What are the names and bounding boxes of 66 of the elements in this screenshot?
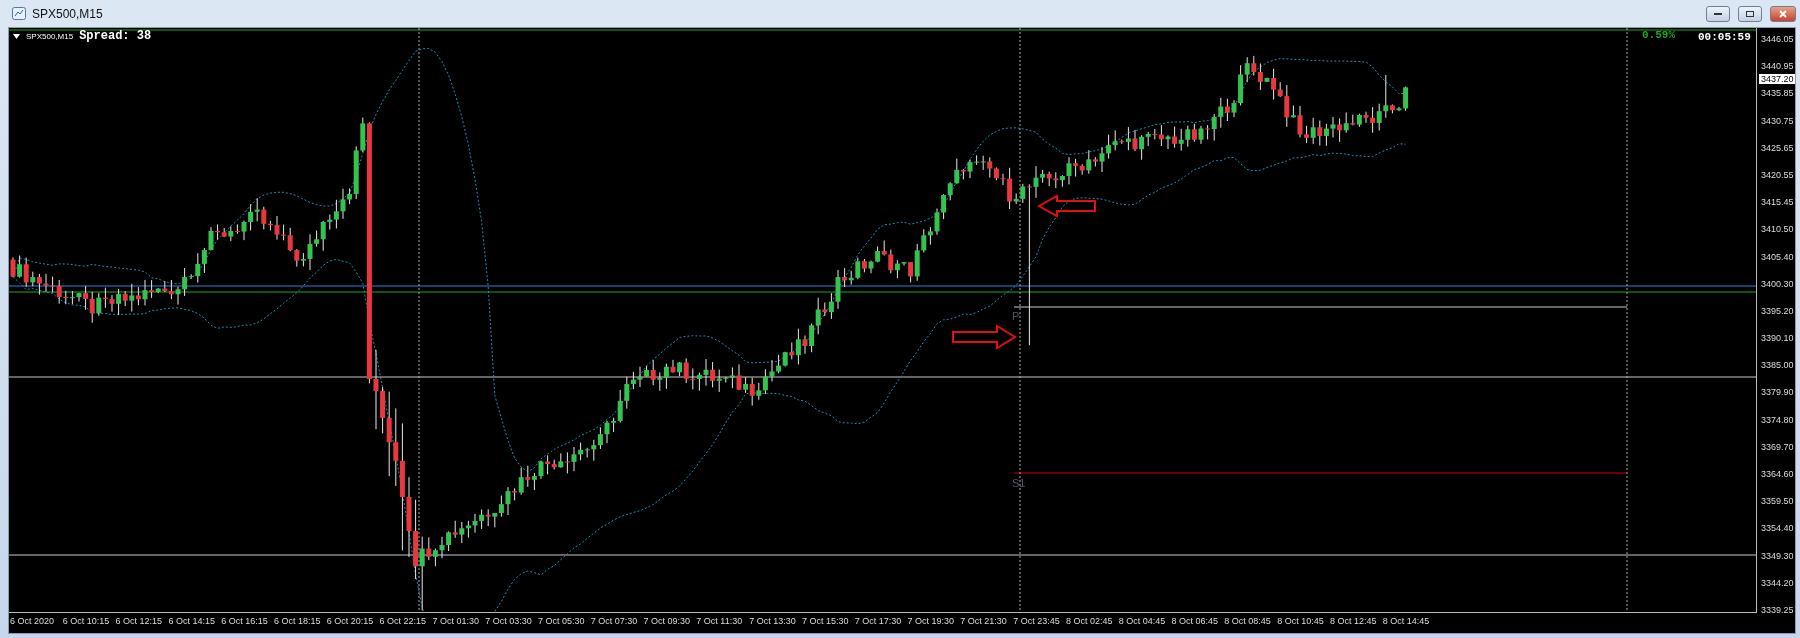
- chart-window-icon: [12, 7, 26, 20]
- price-axis-label: 3390.10: [1760, 333, 1795, 344]
- right-arrow: [952, 324, 1017, 350]
- time-axis-label: 8 Oct 02:45: [1065, 615, 1114, 626]
- price-axis-label: 3359.50: [1760, 496, 1795, 507]
- candle-countdown: 00:05:59: [1698, 31, 1751, 43]
- price-axis-label: 3415.45: [1760, 197, 1795, 208]
- time-axis-label: 7 Oct 01:30: [432, 615, 480, 626]
- time-axis-label: 7 Oct 13:30: [749, 615, 797, 626]
- price-axis-label: 3339.25: [1760, 604, 1795, 615]
- time-axis-label: 7 Oct 17:30: [854, 615, 903, 626]
- dropdown-triangle-icon: [13, 33, 20, 39]
- time-axis-label: 6 Oct 18:15: [274, 615, 322, 626]
- time-axis-label: 7 Oct 05:30: [537, 615, 586, 626]
- price-axis-label: 3435.85: [1760, 88, 1795, 99]
- time-axis-label: 8 Oct 06:45: [1171, 615, 1220, 626]
- close-button[interactable]: [1770, 5, 1796, 22]
- time-axis-label: 8 Oct 14:45: [1382, 615, 1431, 626]
- time-axis-label: 6 Oct 14:15: [168, 615, 216, 626]
- price-axis-label: 3395.20: [1760, 305, 1795, 316]
- pivot-label: P: [1012, 310, 1020, 322]
- time-axis-label: 7 Oct 23:45: [1013, 615, 1061, 626]
- time-axis-label: 7 Oct 21:30: [960, 615, 1008, 626]
- price-axis-label: 3400.30: [1760, 278, 1795, 289]
- time-axis-label: 7 Oct 19:30: [907, 615, 956, 626]
- time-axis-label: 6 Oct 22:15: [379, 615, 428, 626]
- time-axis-label: 7 Oct 09:30: [643, 615, 692, 626]
- left-arrow: [1036, 194, 1096, 218]
- price-axis-label: 3405.40: [1760, 251, 1795, 262]
- minimize-button[interactable]: [1706, 5, 1730, 22]
- time-axis-label: 8 Oct 08:45: [1224, 615, 1272, 626]
- window-title: SPX500,M15: [32, 6, 103, 21]
- price-axis-label: 3385.00: [1760, 360, 1795, 371]
- price-axis-label: 3430.75: [1760, 115, 1795, 126]
- close-icon: [1778, 9, 1788, 18]
- maximize-icon: [1745, 9, 1755, 18]
- time-axis-label: 6 Oct 10:15: [62, 615, 111, 626]
- time-axis-label: 7 Oct 07:30: [590, 615, 639, 626]
- time-axis-label: 8 Oct 04:45: [1118, 615, 1167, 626]
- price-axis-label: 3420.55: [1760, 169, 1795, 180]
- time-axis-label: 7 Oct 15:30: [801, 615, 850, 626]
- price-axis-label: 3410.50: [1760, 224, 1795, 235]
- symbol-label: SPX500,M15: [26, 31, 74, 41]
- time-axis-label: 8 Oct 10:45: [1277, 615, 1325, 626]
- time-axis-label: 6 Oct 20:15: [326, 615, 375, 626]
- time-axis-label: 8 Oct 12:45: [1329, 615, 1378, 626]
- price-axis-label: 3349.30: [1760, 550, 1795, 561]
- price-axis-label: 3440.95: [1760, 61, 1795, 72]
- price-axis-label: 3364.60: [1760, 469, 1795, 479]
- current-price-tag: 3437.20: [1759, 74, 1795, 84]
- time-axis-label: 6 Oct 2020: [10, 615, 56, 626]
- price-axis-label: 3425.65: [1760, 142, 1795, 153]
- time-axis-label: 6 Oct 12:15: [115, 615, 164, 626]
- price-axis-label: 3344.20: [1760, 577, 1795, 588]
- change-percent: 0.59%: [1642, 29, 1675, 41]
- time-axis-label: 7 Oct 11:30: [696, 615, 744, 626]
- price-axis-label: 3446.05: [1760, 34, 1795, 44]
- time-axis-label: 6 Oct 16:15: [221, 615, 269, 626]
- maximize-button[interactable]: [1738, 5, 1762, 22]
- pivot-label: S1: [1012, 477, 1026, 489]
- spread-label: Spread: 38: [79, 29, 152, 43]
- time-axis-label: 7 Oct 03:30: [485, 615, 533, 626]
- price-axis-label: 3369.70: [1760, 441, 1795, 452]
- price-axis-label: 3374.80: [1760, 414, 1795, 425]
- price-axis-label: 3354.40: [1760, 523, 1795, 534]
- price-axis-label: 3379.90: [1760, 387, 1795, 398]
